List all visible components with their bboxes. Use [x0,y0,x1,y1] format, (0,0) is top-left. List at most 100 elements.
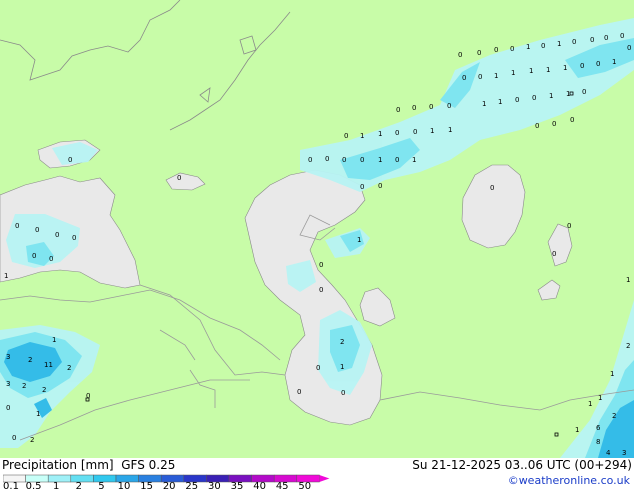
map-value: 8 [596,438,600,446]
map-value: 1 [52,336,56,344]
map-value: 0 [627,44,631,52]
credit-link[interactable]: ©weatheronline.co.uk [508,474,630,487]
map-value: 11 [44,361,53,369]
scale-swatch [47,474,72,483]
map-value: 0 [72,234,76,242]
map-value: 2 [42,386,46,394]
scale-swatch [93,474,117,483]
map-value: 4 [606,449,611,457]
map-value: 0 [319,286,323,294]
scale-label: 30 [208,481,221,492]
map-value: 0 [447,102,451,110]
map-value: 0 [620,32,624,40]
map-value: 1 [526,43,530,51]
map-value: 0 [319,261,323,269]
map-value: 0 [567,222,571,230]
map-value: 0 [297,388,301,396]
map-value: 0 [35,226,39,234]
map-value: 6 [596,424,601,432]
scale-arrow [319,475,330,482]
map-value: 2 [612,412,616,420]
map-title: Precipitation [mm] GFS 0.25 [2,458,175,472]
map-value: 1 [412,156,416,164]
map-value: 0 [360,183,364,191]
map-value: 0 [341,389,345,397]
map-value: 0 [342,156,346,164]
map-value: 1 [360,132,364,140]
map-value: 1 [357,236,361,244]
map-value: 0 [490,184,494,192]
map-value: 0 [478,73,482,81]
scale-label: 40 [253,481,266,492]
map-value: 2 [340,338,344,346]
map-canvas: 0 0 0 0 1 0 1 0 0 0 0 0 0 1 1 1 1 1 0 0 … [0,0,634,458]
map-value: 0 [596,60,600,68]
map-value: 0 [12,434,16,442]
scale-label: 50 [298,481,312,492]
scale-label: 1 [53,481,60,492]
map-value: 0 [49,255,53,263]
map-value: 1 [430,127,434,135]
map-value: 0 [68,156,72,164]
map-value: 2 [28,356,32,364]
map-value: 0 [552,250,556,258]
map-value: 0 [396,106,400,114]
map-value: 1 [498,98,502,106]
map-value: 1 [448,126,452,134]
map-value: 0 [580,62,584,70]
map-value: 0 [6,404,10,412]
map-value: 0 [582,88,586,96]
map-value: 0 [395,129,399,137]
map-value: 1 [546,66,550,74]
scale-label: 0.5 [25,481,42,492]
map-value: 0 [316,364,320,372]
map-value: 0 [541,42,545,50]
map-value: 0 [604,34,608,42]
map-value: 0 [413,128,417,136]
map-value: 1 [494,72,498,80]
map-value: 0 [325,155,329,163]
scale-label: 45 [275,481,289,492]
map-value: 0 [515,96,519,104]
scale-label: 2 [75,481,82,492]
map-value: 0 [32,252,36,260]
map-value: 0 [86,392,90,400]
map-value: 1 [626,276,630,284]
map-value: 0 [532,94,536,102]
map-value: 3 [6,353,10,361]
model-name: GFS 0.25 [121,458,176,472]
map-value: 0 [378,182,382,190]
map-value: 2 [67,364,71,372]
map-value: 1 [610,370,614,378]
map-value: 1 [588,400,592,408]
legend-title: Precipitation [mm] [2,458,114,472]
map-value: 0 [552,120,556,128]
map-value: 0 [360,156,364,164]
scale-swatch [70,474,94,483]
map-value: 0 [494,46,498,54]
map-value: 0 [458,51,462,59]
map-value: 0 [510,45,514,53]
map-value: 0 [15,222,19,230]
map-value: 1 [378,156,382,164]
map-value: 1 [378,130,382,138]
map-value: 2 [30,436,34,444]
run-info: Su 21-12-2025 03..06 UTC (00+294) [412,458,632,472]
map-value: 3 [6,380,10,388]
map-value: 1 [557,40,561,48]
map-value: 1 [598,394,602,402]
map-value: 1 [511,69,515,77]
map-value: 1 [549,92,553,100]
map-value: 0 [572,38,576,46]
map-value: 1 [36,410,40,418]
map-value: 2 [22,382,26,390]
scale-label: 25 [185,481,199,492]
map-value: 0 [412,104,416,112]
map-value: 0 [395,156,399,164]
map-value: 1 [563,64,567,72]
map-value: 0 [429,103,433,111]
map-value: 1 [482,100,486,108]
map-value: 1 [4,272,8,280]
map-value: 1 [575,426,579,434]
map-value: 2 [626,342,630,350]
